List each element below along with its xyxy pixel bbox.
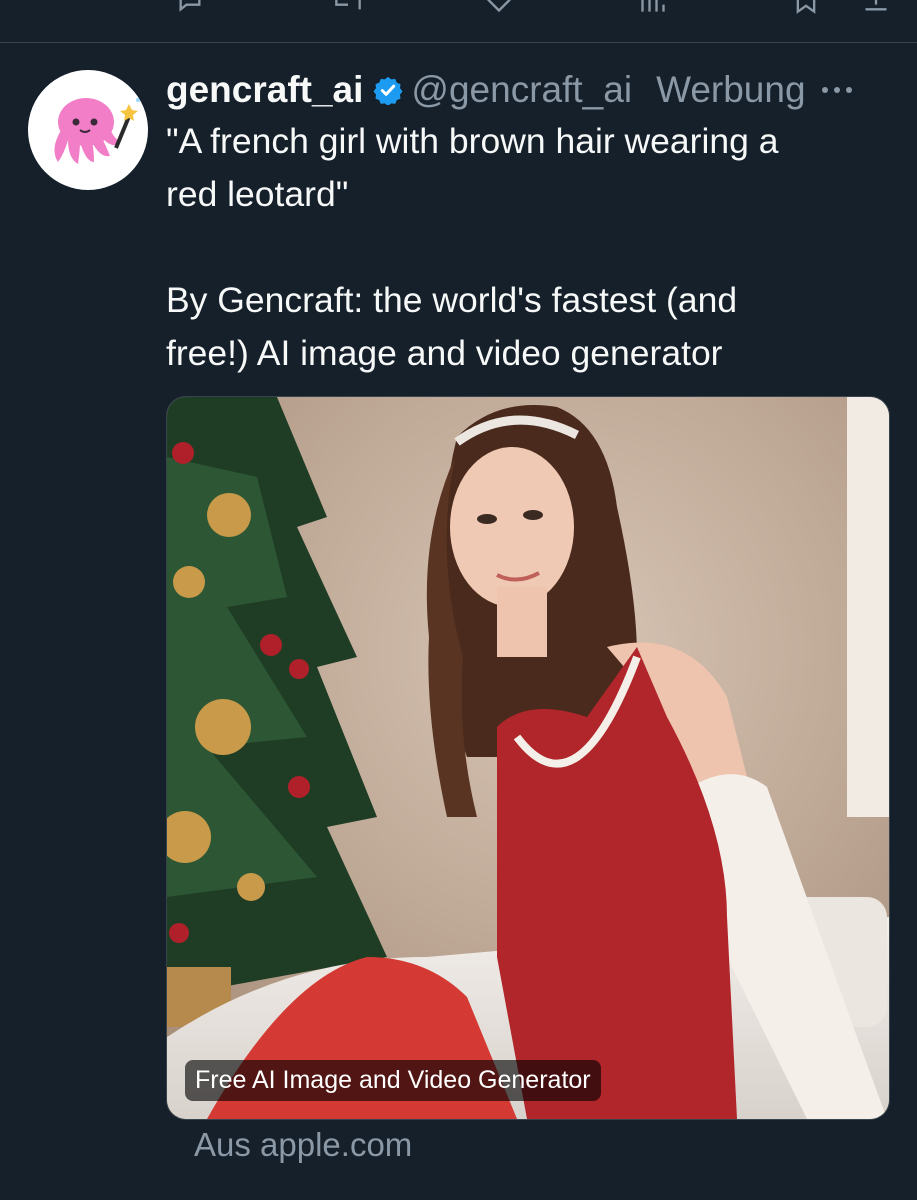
tweet-body: gencraft_ai @gencraft_ai Werbung "A fren…: [166, 60, 896, 380]
reply-icon[interactable]: [176, 0, 204, 14]
author-name[interactable]: gencraft_ai: [166, 69, 363, 111]
ad-label: Werbung: [656, 69, 806, 110]
media-caption: Free AI Image and Video Generator: [185, 1060, 601, 1101]
tweet-text-line: By Gencraft: the world's fastest (and: [166, 280, 738, 320]
tweet-text-line: free!) AI image and video generator: [166, 333, 723, 373]
verified-badge-icon: [373, 75, 403, 105]
like-icon[interactable]: [484, 0, 514, 14]
media-image: [167, 397, 889, 1119]
share-icon[interactable]: [862, 0, 890, 14]
author-handle[interactable]: @gencraft_ai: [411, 69, 632, 111]
more-dots-icon[interactable]: [820, 84, 854, 96]
source-link[interactable]: Aus apple.com: [194, 1126, 412, 1164]
bookmark-icon[interactable]: [792, 0, 820, 14]
tweet-text: "A french girl with brown hair wearing a…: [166, 115, 896, 380]
previous-tweet-action-bar: [0, 0, 917, 43]
tweet-header: gencraft_ai @gencraft_ai Werbung: [166, 60, 896, 120]
octopus-wand-logo: [54, 98, 140, 164]
author-avatar[interactable]: [28, 70, 148, 190]
retweet-icon[interactable]: [330, 0, 366, 14]
media-card[interactable]: Free AI Image and Video Generator: [166, 396, 890, 1120]
tweet-text-line: red leotard": [166, 174, 349, 214]
views-icon[interactable]: [638, 0, 668, 14]
tweet-text-line: "A french girl with brown hair wearing a: [166, 121, 779, 161]
